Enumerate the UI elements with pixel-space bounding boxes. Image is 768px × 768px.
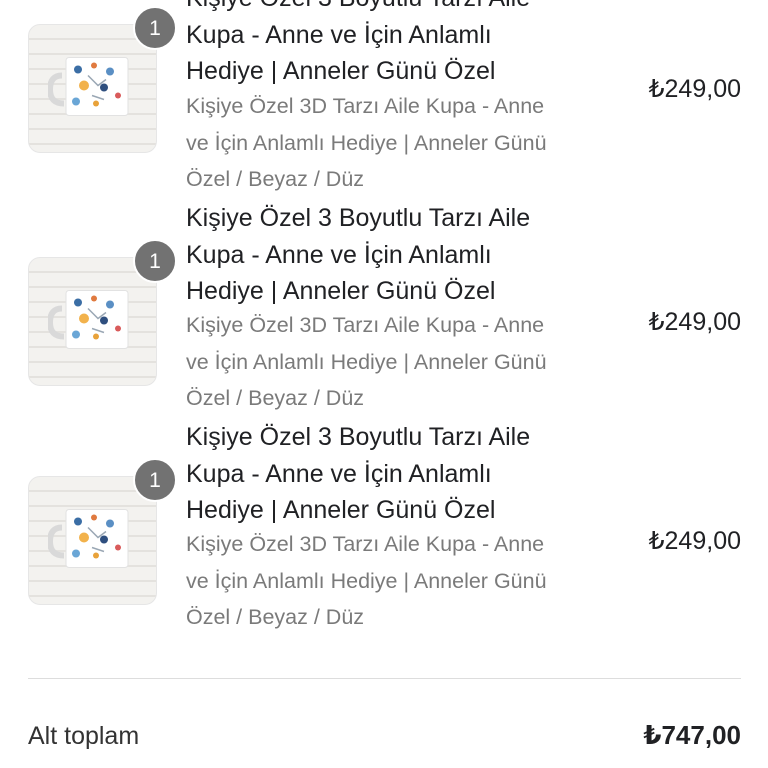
product-title[interactable]: Kişiye Özel 3 Boyutlu Tarzı Aile Kupa - … (186, 200, 606, 310)
product-image (28, 257, 157, 386)
mug-icon (46, 284, 138, 359)
product-price: ₺249,00 (648, 75, 741, 103)
product-image (28, 24, 157, 153)
subtotal-label: Alt toplam (28, 722, 140, 750)
order-summary: 1 Kişiye Özel 3 Boyutlu Tarzı Aile Kupa … (0, 0, 768, 768)
product-title[interactable]: Kişiye Özel 3 Boyutlu Tarzı Aile Kupa - … (186, 0, 606, 90)
product-variant: Kişiye Özel 3D Tarzı Aile Kupa - Anne ve… (186, 532, 547, 629)
mug-icon (46, 51, 138, 126)
product-title[interactable]: Kişiye Özel 3 Boyutlu Tarzı Aile Kupa - … (186, 419, 606, 529)
quantity-badge: 1 (133, 239, 177, 283)
product-price: ₺249,00 (648, 308, 741, 336)
product-price: ₺249,00 (648, 527, 741, 555)
cart-item: 1 Kişiye Özel 3 Boyutlu Tarzı Aile Kupa … (0, 423, 768, 657)
product-variant: Kişiye Özel 3D Tarzı Aile Kupa - Anne ve… (186, 313, 547, 410)
cart-item: 1 Kişiye Özel 3 Boyutlu Tarzı Aile Kupa … (0, 0, 768, 220)
mug-icon (46, 503, 138, 578)
subtotal-value: ₺747,00 (643, 720, 741, 750)
cart-item: 1 Kişiye Özel 3 Boyutlu Tarzı Aile Kupa … (0, 204, 768, 438)
quantity-badge: 1 (133, 6, 177, 50)
quantity-badge: 1 (133, 458, 177, 502)
divider (28, 678, 741, 679)
product-image (28, 476, 157, 605)
product-variant: Kişiye Özel 3D Tarzı Aile Kupa - Anne ve… (186, 94, 547, 191)
